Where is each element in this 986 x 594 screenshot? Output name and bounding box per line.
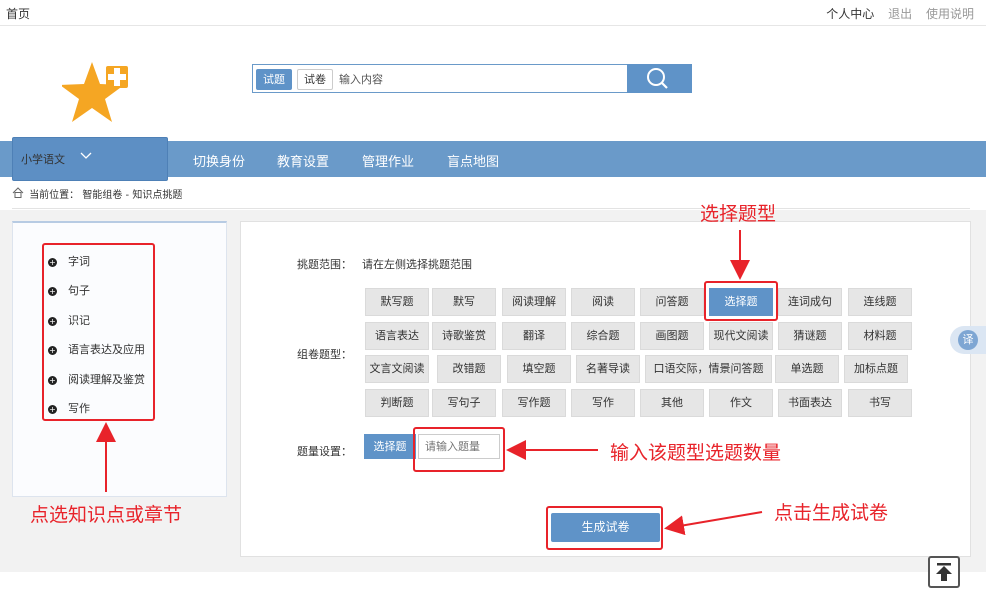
question-type-label: 组卷题型： xyxy=(297,348,352,361)
type-option[interactable]: 连词成句 xyxy=(778,288,842,316)
search-icon xyxy=(647,68,668,89)
expand-plus-icon[interactable]: + xyxy=(48,287,57,296)
type-option[interactable]: 单选题 xyxy=(775,355,839,383)
type-option[interactable]: 判断题 xyxy=(365,389,429,417)
type-option[interactable]: 默写题 xyxy=(365,288,429,316)
tree-node-label: 语言表达及应用 xyxy=(68,343,145,356)
type-option[interactable]: 作文 xyxy=(709,389,773,417)
type-option[interactable]: 材料题 xyxy=(848,322,912,350)
expand-plus-icon[interactable]: + xyxy=(48,346,57,355)
logo-star-icon xyxy=(62,62,128,122)
subject-dropdown[interactable]: 小学语文 xyxy=(12,137,168,181)
scope-label: 挑题范围： xyxy=(297,258,352,271)
tree-node[interactable]: + 阅读理解及鉴赏 xyxy=(48,371,145,387)
count-type-button[interactable]: 选择题 xyxy=(364,434,416,459)
type-option[interactable]: 名著导读 xyxy=(576,355,640,383)
type-option[interactable]: 翻译 xyxy=(502,322,566,350)
search-tab-question[interactable]: 试题 xyxy=(256,69,292,90)
type-option[interactable]: 问答题 xyxy=(640,288,704,316)
count-label: 题量设置： xyxy=(297,445,352,458)
nav-item-blindspot-map[interactable]: 盲点地图 xyxy=(447,151,499,170)
back-to-top-button[interactable] xyxy=(928,556,960,588)
highlight-count-input xyxy=(413,427,505,472)
home-link[interactable]: 首页 xyxy=(6,5,30,22)
type-option[interactable]: 写作题 xyxy=(502,389,566,417)
type-option[interactable]: 连线题 xyxy=(848,288,912,316)
type-option[interactable]: 综合题 xyxy=(571,322,635,350)
breadcrumb-divider xyxy=(12,208,970,209)
type-option[interactable]: 书面表达 xyxy=(778,389,842,417)
type-option[interactable]: 语言表达 xyxy=(365,322,429,350)
tree-node-label: 句子 xyxy=(68,284,90,297)
type-option[interactable]: 其他 xyxy=(640,389,704,417)
breadcrumb-label: 当前位置： xyxy=(29,190,80,201)
translate-icon: 译 xyxy=(958,330,978,350)
arrow-up-icon xyxy=(936,563,952,581)
expand-plus-icon[interactable]: + xyxy=(48,317,57,326)
annotation-pick-knowledge: 点选知识点或章节 xyxy=(30,504,183,526)
type-option[interactable]: 现代文阅读 xyxy=(709,322,773,350)
tree-node[interactable]: + 句子 xyxy=(48,282,90,298)
type-option[interactable]: 填空题 xyxy=(507,355,571,383)
type-option[interactable]: 书写 xyxy=(848,389,912,417)
expand-plus-icon[interactable]: + xyxy=(48,405,57,414)
scope-value: 请在左侧选择挑题范围 xyxy=(362,258,472,271)
highlight-selected-type xyxy=(704,281,778,321)
type-option[interactable]: 改错题 xyxy=(437,355,501,383)
type-option[interactable]: 阅读理解 xyxy=(502,288,566,316)
nav-item-education-settings[interactable]: 教育设置 xyxy=(277,151,329,170)
type-option[interactable]: 写句子 xyxy=(432,389,496,417)
tree-node-label: 写作 xyxy=(68,402,90,415)
type-option[interactable]: 诗歌鉴赏 xyxy=(432,322,496,350)
breadcrumb: 当前位置： 智能组卷 - 知识点挑题 xyxy=(12,186,182,201)
type-option[interactable]: 口语交际，情景问答题 xyxy=(645,355,772,383)
personal-center-link[interactable]: 个人中心 xyxy=(826,7,874,21)
search-button[interactable] xyxy=(627,64,692,93)
expand-plus-icon[interactable]: + xyxy=(48,258,57,267)
search-input[interactable]: 输入内容 xyxy=(339,71,383,87)
main-nav: 小学语文 切换身份 教育设置 管理作业 盲点地图 xyxy=(0,137,986,181)
tree-node[interactable]: + 字词 xyxy=(48,253,90,269)
knowledge-tree: + 字词 + 句子 + 识记 + 语言表达及应用 + 阅读理解及鉴赏 + 写作 xyxy=(42,243,155,421)
expand-plus-icon[interactable]: + xyxy=(48,376,57,385)
annotation-click-generate: 点击生成试卷 xyxy=(774,502,889,524)
footer xyxy=(0,572,986,594)
type-option[interactable]: 画图题 xyxy=(640,322,704,350)
type-option[interactable]: 加标点题 xyxy=(844,355,908,383)
search-bar: 试题 试卷 输入内容 xyxy=(252,64,692,93)
type-option[interactable]: 文言文阅读 xyxy=(365,355,429,383)
tree-node[interactable]: + 识记 xyxy=(48,312,90,328)
tree-node-label: 识记 xyxy=(68,314,90,327)
tree-node[interactable]: + 语言表达及应用 xyxy=(48,341,145,357)
type-option[interactable]: 猜谜题 xyxy=(778,322,842,350)
tree-node-label: 字词 xyxy=(68,255,90,268)
breadcrumb-path: 智能组卷 - 知识点挑题 xyxy=(82,190,183,201)
nav-item-manage-homework[interactable]: 管理作业 xyxy=(362,151,414,170)
home-icon xyxy=(12,187,26,201)
translate-button[interactable]: 译 xyxy=(950,326,986,354)
search-tab-paper[interactable]: 试卷 xyxy=(297,69,333,90)
logout-link[interactable]: 退出 xyxy=(888,7,912,21)
subject-label: 小学语文 xyxy=(21,153,65,166)
help-link[interactable]: 使用说明 xyxy=(926,7,974,21)
annotation-select-type: 选择题型 xyxy=(700,203,777,225)
chevron-down-icon xyxy=(79,149,93,166)
type-option[interactable]: 写作 xyxy=(571,389,635,417)
tree-node-label: 阅读理解及鉴赏 xyxy=(68,373,145,386)
type-option[interactable]: 默写 xyxy=(432,288,496,316)
tree-node[interactable]: + 写作 xyxy=(48,400,90,416)
top-links: 个人中心 退出 使用说明 xyxy=(816,5,974,22)
highlight-generate-button xyxy=(546,506,663,550)
type-option[interactable]: 阅读 xyxy=(571,288,635,316)
top-bar: 首页 个人中心 退出 使用说明 xyxy=(0,0,986,26)
annotation-input-count: 输入该题型选题数量 xyxy=(610,442,782,464)
nav-item-switch-identity[interactable]: 切换身份 xyxy=(193,151,245,170)
